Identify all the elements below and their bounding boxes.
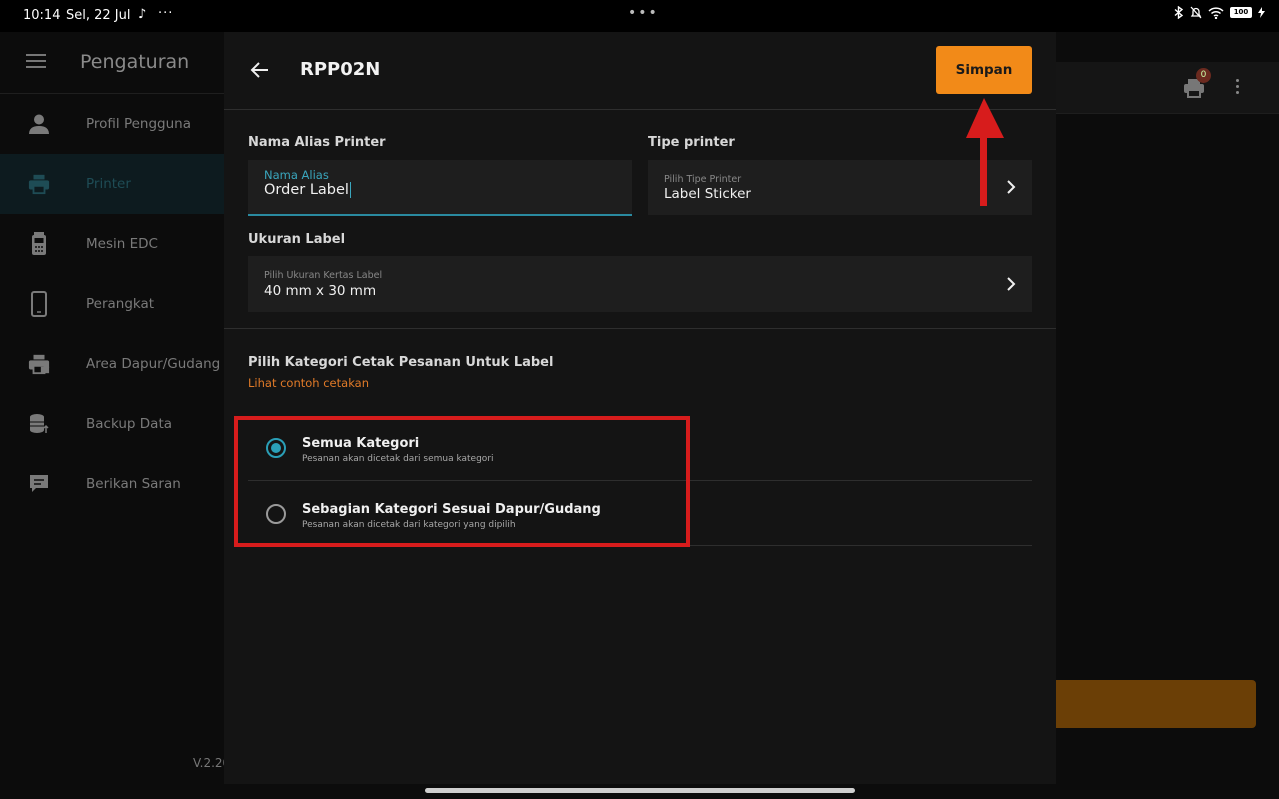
alias-input-caption: Nama Alias — [264, 168, 329, 182]
bluetooth-icon — [1174, 6, 1184, 19]
multitask-dots[interactable]: ••• — [628, 5, 659, 21]
home-indicator[interactable] — [425, 788, 855, 793]
menu-item-mesin-edc[interactable]: Mesin EDC — [0, 214, 230, 274]
printer-type-section-label: Tipe printer — [648, 135, 735, 150]
alias-section-label: Nama Alias Printer — [248, 135, 386, 150]
user-icon — [28, 113, 50, 135]
settings-menu: Profil Pengguna Printer Mesin EDC Perang… — [0, 94, 230, 514]
printer-settings-panel: RPP02N Simpan Nama Alias Printer Nama Al… — [224, 32, 1056, 784]
settings-title: Pengaturan — [80, 51, 190, 73]
wifi-icon — [1208, 6, 1224, 19]
category-section-label: Pilih Kategori Cetak Pesanan Untuk Label — [248, 355, 554, 370]
status-more: ··· — [158, 6, 174, 21]
back-arrow-icon[interactable] — [248, 58, 272, 82]
menu-label: Berikan Saran — [86, 476, 181, 492]
menu-item-area-dapur-gudang[interactable]: Area Dapur/Gudang — [0, 334, 230, 394]
feedback-icon — [28, 473, 50, 495]
tiktok-icon: ♪ — [138, 7, 147, 22]
alias-input[interactable]: Nama Alias Order Label — [248, 160, 632, 216]
print-example-link[interactable]: Lihat contoh cetakan — [248, 376, 369, 390]
save-button[interactable]: Simpan — [936, 46, 1032, 94]
charging-icon — [1258, 7, 1265, 18]
printer-count-badge: 0 — [1196, 68, 1211, 83]
status-date: Sel, 22 Jul — [66, 8, 131, 23]
label-size-selector[interactable]: Pilih Ukuran Kertas Label 40 mm x 30 mm — [248, 256, 1032, 312]
background-action-button — [1040, 680, 1256, 728]
background-toolbar — [1056, 62, 1279, 114]
label-size-caption: Pilih Ukuran Kertas Label — [264, 270, 383, 281]
menu-item-backup-data[interactable]: Backup Data — [0, 394, 230, 454]
menu-label: Mesin EDC — [86, 236, 158, 252]
menu-item-berikan-saran[interactable]: Berikan Saran — [0, 454, 230, 514]
menu-label: Area Dapur/Gudang — [86, 356, 221, 372]
printer-icon — [28, 173, 50, 195]
status-time: 10:14 — [23, 8, 61, 23]
device-icon — [28, 291, 50, 317]
menu-item-profil-pengguna[interactable]: Profil Pengguna — [0, 94, 230, 154]
label-size-value: 40 mm x 30 mm — [264, 283, 377, 299]
chevron-right-icon — [1007, 180, 1016, 194]
label-size-section-label: Ukuran Label — [248, 232, 346, 247]
settings-header: Pengaturan — [0, 32, 230, 94]
alias-input-value: Order Label — [264, 182, 351, 198]
printer-type-value: Label Sticker — [664, 186, 751, 202]
kitchen-printer-icon — [28, 353, 50, 375]
panel-header: RPP02N Simpan — [224, 32, 1056, 110]
menu-item-perangkat[interactable]: Perangkat — [0, 274, 230, 334]
database-icon — [28, 413, 50, 435]
menu-label: Backup Data — [86, 416, 173, 432]
menu-label: Perangkat — [86, 296, 155, 312]
printer-name-title: RPP02N — [300, 59, 381, 80]
battery-icon: 100 — [1230, 7, 1252, 18]
annotation-highlight-box — [234, 416, 690, 547]
status-bar: 10:14 Sel, 22 Jul ♪ ··· ••• 100 — [0, 0, 1279, 32]
menu-label: Printer — [86, 176, 131, 192]
more-options-icon[interactable] — [1236, 79, 1240, 97]
bell-off-icon — [1190, 6, 1202, 19]
section-divider — [224, 328, 1056, 329]
chevron-right-icon — [1007, 277, 1016, 291]
printer-type-caption: Pilih Tipe Printer — [664, 174, 742, 185]
hamburger-menu-icon[interactable] — [26, 54, 46, 68]
menu-item-printer[interactable]: Printer — [0, 154, 230, 214]
annotation-arrow-up-icon — [966, 98, 1004, 206]
status-icons: 100 — [1174, 6, 1265, 19]
menu-label: Profil Pengguna — [86, 116, 192, 132]
edc-icon — [28, 232, 50, 255]
